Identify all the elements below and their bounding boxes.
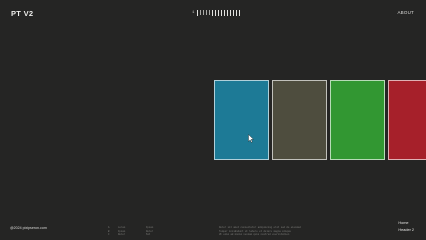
ticker-tick [215, 9, 217, 16]
ticker-tick [233, 9, 235, 16]
ticker-tick [200, 10, 202, 15]
mouse-cursor-icon [248, 134, 254, 143]
ticker-label: 1 [192, 10, 195, 15]
ticker-tick [230, 9, 232, 16]
table-row: C Dolor Sit Ut enim ad minim veniam quis… [108, 233, 328, 237]
app-root: PT V2 1 ABOUT @2024 pixipseron.com A Lor… [0, 0, 426, 240]
table-cell: Sit [146, 233, 151, 237]
ticker-tick [221, 9, 223, 16]
ticker-tick [239, 9, 241, 16]
ticker-tick [218, 9, 220, 16]
ticker-tick [197, 9, 199, 16]
ticker-tick [203, 10, 205, 15]
footer-link-home[interactable]: Home [397, 220, 414, 227]
ticker-tick [212, 9, 214, 16]
card-olive[interactable] [272, 80, 327, 160]
ticker-tick [209, 10, 211, 15]
table-cell: Dolor [118, 233, 126, 237]
footer-table: A Lorem Ipsum Dolor sit amet consectetur… [108, 226, 328, 237]
copyright-text: @2024 pixipseron.com [10, 226, 47, 230]
nav-about-link[interactable]: ABOUT [397, 10, 414, 15]
ticker-tick [236, 9, 238, 16]
ticker-tick [227, 9, 229, 16]
card-blue[interactable] [214, 80, 269, 160]
ticker-tick [224, 9, 226, 16]
ticker-ruler[interactable]: 1 [192, 9, 241, 16]
card-green[interactable] [330, 80, 385, 160]
footer-links: Home Header 2 [397, 220, 414, 234]
table-cell: Ut enim ad minim veniam quis nostrud exe… [219, 233, 290, 237]
footer-link-header-2[interactable]: Header 2 [397, 227, 414, 234]
table-cell: C [108, 233, 110, 237]
ticker-tick [206, 10, 208, 15]
site-logo[interactable]: PT V2 [11, 9, 33, 18]
card-red[interactable] [388, 80, 426, 160]
